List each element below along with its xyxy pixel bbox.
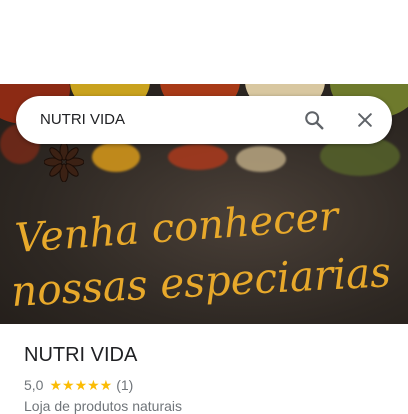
place-category[interactable]: Loja de produtos naturais <box>24 398 182 414</box>
place-title: NUTRI VIDA <box>24 344 138 366</box>
search-icon <box>305 111 324 130</box>
place-details-panel: NUTRI VIDA 5,0 ★★★★★ (1) Loja de produto… <box>0 324 408 414</box>
star-icon: ★★★★★ <box>49 376 113 393</box>
search-button[interactable] <box>302 108 326 132</box>
clear-search-button[interactable] <box>353 108 377 132</box>
review-count[interactable]: (1) <box>116 377 133 393</box>
rating-row[interactable]: 5,0 ★★★★★ (1) <box>24 376 133 394</box>
search-bar[interactable]: NUTRI VIDA <box>16 96 392 144</box>
close-icon <box>358 113 372 127</box>
rating-value: 5,0 <box>24 377 44 393</box>
search-input[interactable]: NUTRI VIDA <box>40 110 280 130</box>
